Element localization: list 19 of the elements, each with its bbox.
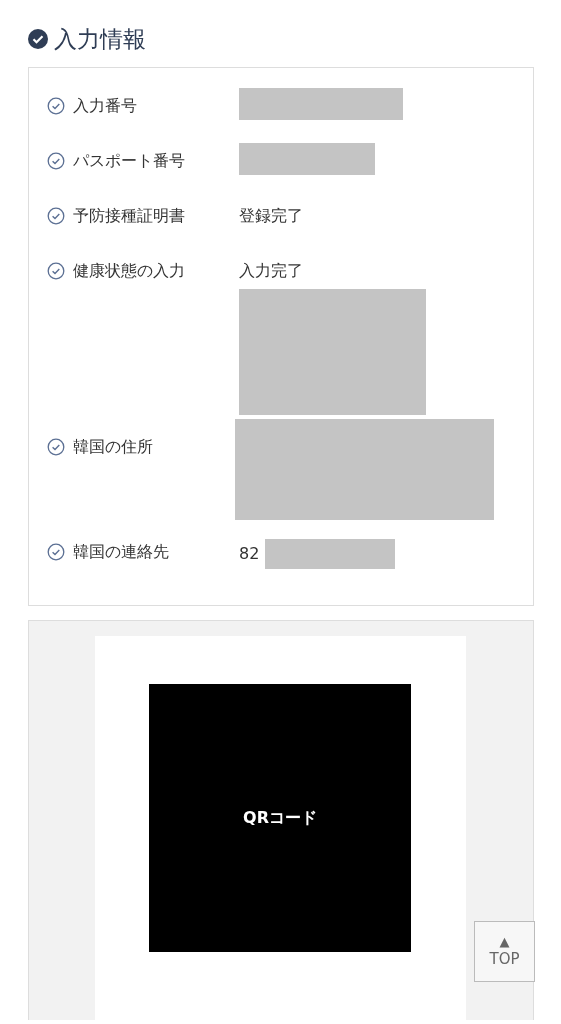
field-label: パスポート番号 — [73, 149, 185, 172]
field-label: 韓国の住所 — [73, 435, 153, 458]
field-value: 82 — [239, 542, 260, 565]
field-value: 登録完了 — [239, 204, 303, 227]
check-circle-icon — [47, 542, 65, 561]
check-circle-icon — [28, 29, 48, 50]
field-label: 予防接種証明書 — [73, 204, 185, 227]
section-title: 入力情報 — [54, 25, 146, 54]
qr-caption: QRコード — [243, 806, 317, 829]
field-value: 入力完了 — [239, 259, 304, 282]
check-circle-icon — [47, 437, 65, 456]
check-circle-icon — [47, 96, 65, 115]
top-button[interactable]: ▲ TOP — [474, 920, 535, 982]
check-circle-icon — [47, 261, 65, 280]
field-label: 入力番号 — [73, 94, 137, 117]
check-circle-icon — [47, 151, 65, 170]
field-label: 健康状態の入力 — [73, 259, 185, 282]
field-label: 韓国の連絡先 — [73, 540, 169, 563]
check-circle-icon — [47, 206, 65, 225]
